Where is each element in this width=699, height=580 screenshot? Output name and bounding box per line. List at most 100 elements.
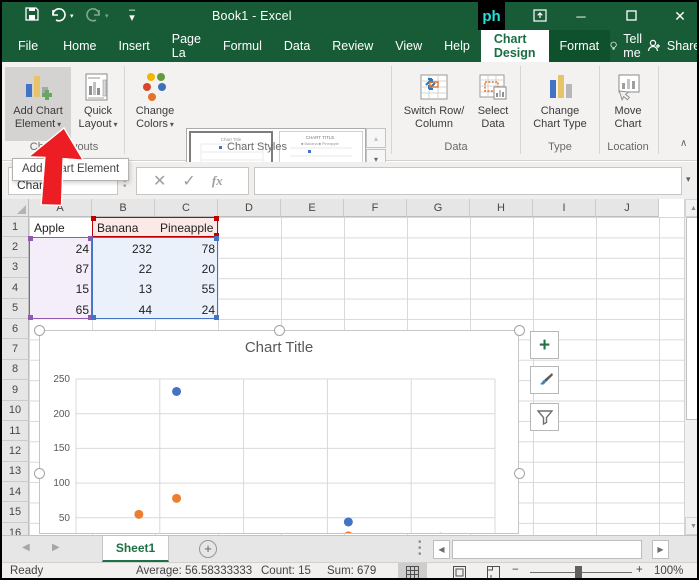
collapse-ribbon-icon[interactable]: ∧: [680, 138, 687, 149]
row-header-13[interactable]: 13: [2, 462, 29, 482]
prev-sheet-icon[interactable]: ◀: [22, 542, 30, 553]
minimize-button[interactable]: ─: [570, 2, 592, 30]
row-header-6[interactable]: 6: [2, 319, 29, 339]
zoom-in-icon[interactable]: +: [636, 564, 643, 576]
page-layout-view-button[interactable]: [445, 563, 474, 580]
row-header-15[interactable]: 15: [2, 502, 29, 522]
tab-home[interactable]: Home: [52, 30, 107, 62]
cell-B3[interactable]: 22: [93, 259, 156, 279]
row-header-7[interactable]: 7: [2, 339, 29, 359]
tab-review[interactable]: Review: [321, 30, 384, 62]
tab-view[interactable]: View: [384, 30, 433, 62]
move-chart-button[interactable]: Move Chart: [603, 67, 653, 141]
row-header-2[interactable]: 2: [2, 237, 29, 257]
column-header-J[interactable]: J: [596, 199, 659, 217]
tab-chart-design[interactable]: Chart Design: [481, 30, 549, 62]
undo-icon[interactable]: [50, 7, 66, 22]
ribbon-display-options-icon[interactable]: [533, 9, 547, 22]
scroll-up-icon[interactable]: ▲: [685, 199, 699, 217]
switch-row-column-button[interactable]: Switch Row/ Column: [395, 67, 473, 141]
chart-handle-middle-left[interactable]: [34, 468, 45, 479]
chart-handle-top-right[interactable]: [514, 325, 525, 336]
quick-layout-button[interactable]: Quick Layout: [73, 67, 123, 141]
zoom-level[interactable]: 100%: [654, 565, 683, 577]
cell-C2[interactable]: 78: [156, 238, 219, 258]
row-header-1[interactable]: 1: [2, 217, 29, 237]
cell-B4[interactable]: 13: [93, 279, 156, 299]
cell-A1[interactable]: Apple: [30, 218, 93, 238]
cell-A3[interactable]: 87: [30, 259, 93, 279]
column-header-E[interactable]: E: [281, 199, 344, 217]
hscroll-right-icon[interactable]: ▶: [652, 540, 669, 559]
vertical-scrollbar[interactable]: ▲ ▼: [684, 199, 699, 535]
change-chart-type-button[interactable]: Change Chart Type: [526, 67, 594, 141]
cell-C3[interactable]: 20: [156, 259, 219, 279]
next-sheet-icon[interactable]: ▶: [52, 542, 60, 553]
cell-B1[interactable]: Banana: [93, 218, 156, 238]
cell-C4[interactable]: 55: [156, 279, 219, 299]
chart-title[interactable]: Chart Title: [40, 339, 518, 356]
share-control[interactable]: Share: [647, 30, 699, 62]
column-header-A[interactable]: A: [29, 199, 92, 217]
cell-A4[interactable]: 15: [30, 279, 93, 299]
cell-B2[interactable]: 232: [93, 238, 156, 258]
row-header-14[interactable]: 14: [2, 482, 29, 502]
column-header-F[interactable]: F: [344, 199, 407, 217]
column-header-C[interactable]: C: [155, 199, 218, 217]
column-header-I[interactable]: I: [533, 199, 596, 217]
row-header-11[interactable]: 11: [2, 421, 29, 441]
tab-formulas[interactable]: Formul: [212, 30, 273, 62]
sheet-tab-sheet1[interactable]: Sheet1: [102, 536, 169, 562]
tab-help[interactable]: Help: [433, 30, 481, 62]
hscroll-left-icon[interactable]: ◀: [433, 540, 450, 559]
column-header-D[interactable]: D: [218, 199, 281, 217]
row-header-5[interactable]: 5: [2, 299, 29, 319]
chart-handle-top-left[interactable]: [34, 325, 45, 336]
select-data-button[interactable]: Select Data: [472, 67, 514, 141]
tab-insert[interactable]: Insert: [108, 30, 161, 62]
tab-data[interactable]: Data: [273, 30, 321, 62]
row-header-3[interactable]: 3: [2, 258, 29, 278]
insert-function-icon[interactable]: fx: [212, 173, 223, 189]
add-chart-element-button[interactable]: Add Chart Element: [5, 67, 71, 141]
tab-format[interactable]: Format: [549, 30, 611, 62]
change-colors-button[interactable]: Change Colors: [127, 67, 183, 141]
cell-C5[interactable]: 24: [156, 300, 219, 320]
maximize-button[interactable]: [626, 10, 637, 21]
row-header-16[interactable]: 16: [2, 523, 29, 535]
select-all-corner[interactable]: [2, 199, 29, 217]
cell-B5[interactable]: 44: [93, 300, 156, 320]
enter-icon[interactable]: ✓: [182, 171, 195, 191]
expand-formula-bar-icon[interactable]: ▾: [686, 174, 691, 185]
tell-me-control[interactable]: Tell me: [610, 30, 647, 62]
tab-bar-splitter[interactable]: •••: [418, 540, 422, 558]
tab-page-layout[interactable]: Page La: [161, 30, 212, 62]
zoom-out-icon[interactable]: −: [512, 564, 519, 576]
undo-dropdown-icon[interactable]: ▾: [70, 12, 74, 20]
row-header-4[interactable]: 4: [2, 278, 29, 298]
row-header-8[interactable]: 8: [2, 360, 29, 380]
chart-handle-top-middle[interactable]: [274, 325, 285, 336]
close-button[interactable]: ✕: [668, 2, 692, 30]
cell-C1[interactable]: Pineapple: [156, 218, 219, 238]
normal-view-button[interactable]: [398, 563, 427, 580]
chart-handle-middle-right[interactable]: [514, 468, 525, 479]
column-header-G[interactable]: G: [407, 199, 470, 217]
cell-A5[interactable]: 65: [30, 300, 93, 320]
row-header-10[interactable]: 10: [2, 401, 29, 421]
zoom-slider-thumb[interactable]: [575, 566, 582, 578]
page-break-view-button[interactable]: [479, 563, 508, 580]
scroll-down-icon[interactable]: ▼: [685, 517, 699, 535]
tab-file[interactable]: File: [4, 30, 52, 62]
column-header-B[interactable]: B: [92, 199, 155, 217]
chart-filters-button[interactable]: [530, 403, 559, 431]
chart-style-button[interactable]: [530, 366, 559, 394]
vertical-scrollbar-thumb[interactable]: [686, 217, 699, 420]
cell-A2[interactable]: 24: [30, 238, 93, 258]
cancel-icon[interactable]: ✕: [153, 171, 166, 191]
column-header-H[interactable]: H: [470, 199, 533, 217]
chart-elements-button[interactable]: +: [530, 331, 559, 359]
formula-input[interactable]: [254, 167, 682, 195]
row-header-9[interactable]: 9: [2, 380, 29, 400]
chart-object[interactable]: Chart Title 25020015010050: [39, 330, 519, 534]
